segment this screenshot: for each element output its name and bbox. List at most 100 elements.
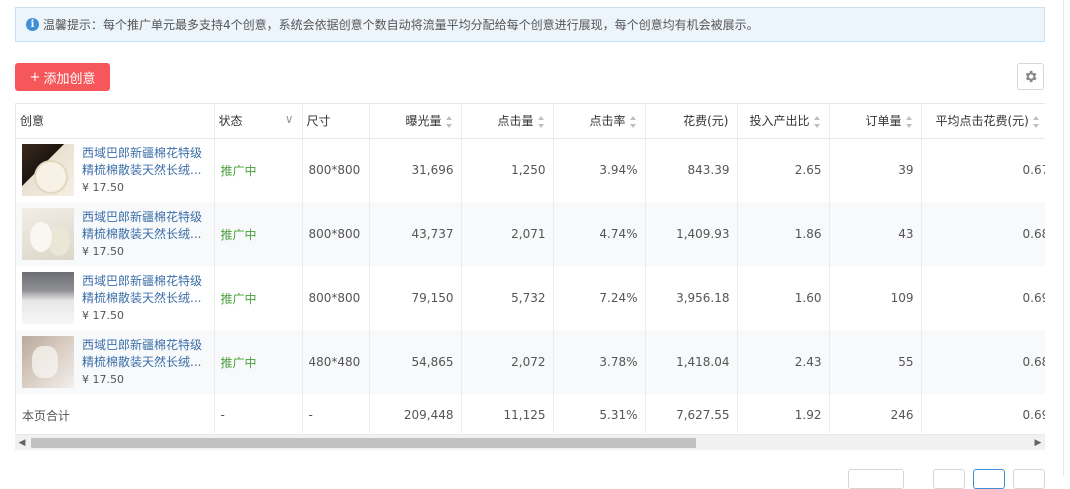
creative-title-link[interactable]: 精梳棉散装天然长绒... <box>82 354 202 371</box>
sort-icon[interactable] <box>537 115 545 128</box>
info-icon: i <box>26 18 39 31</box>
creative-thumbnail[interactable] <box>22 144 74 197</box>
creative-price: ¥ 17.50 <box>82 244 124 258</box>
table-row: 西域巴郎新疆棉花特级 精梳棉散装天然长绒... ¥ 17.50 推广中 480*48… <box>16 330 1045 394</box>
roi-cell: 2.65 <box>737 138 830 202</box>
cpc-cell: 0.67 <box>921 138 1045 202</box>
next-page-button[interactable] <box>1013 469 1045 489</box>
table-header-row: 创意 状态 ∨ 尺寸 曝光量 点击量 点击率 花费(元) 投入产出比 订单量 平均… <box>16 104 1045 139</box>
page-size-select[interactable] <box>848 469 904 489</box>
creative-table: 创意 状态 ∨ 尺寸 曝光量 点击量 点击率 花费(元) 投入产出比 订单量 平均… <box>15 103 1045 433</box>
scroll-left-icon[interactable]: ◀ <box>15 435 29 450</box>
roi-cell: 1.60 <box>737 266 830 330</box>
cpc-cell: 0.68 <box>921 202 1045 266</box>
creative-price: ¥ 17.50 <box>82 308 124 322</box>
creative-title-link[interactable]: 精梳棉散装天然长绒... <box>82 226 202 243</box>
ctr-cell: 3.94% <box>553 138 646 202</box>
creative-thumbnail[interactable] <box>22 208 74 260</box>
size-cell: 800*800 <box>302 138 370 202</box>
creative-price: ¥ 17.50 <box>82 180 124 194</box>
creative-title-link[interactable]: 西域巴郎新疆棉花特级 <box>82 145 202 162</box>
total-status: - <box>214 394 303 433</box>
clicks-cell: 1,250 <box>461 138 554 202</box>
cost-cell: 1,418.04 <box>645 330 738 394</box>
impressions-cell: 54,865 <box>369 330 462 394</box>
sort-icon[interactable] <box>1032 115 1040 128</box>
clicks-cell: 2,071 <box>461 202 554 266</box>
tip-text: 温馨提示：每个推广单元最多支持4个创意，系统会依据创意个数自动将流量平均分配给每… <box>43 18 759 32</box>
creative-title-link[interactable]: 西域巴郎新疆棉花特级 <box>82 273 202 290</box>
col-header-impressions[interactable]: 曝光量 <box>369 104 462 139</box>
total-size: - <box>302 394 370 433</box>
table-row: 西域巴郎新疆棉花特级 精梳棉散装天然长绒... ¥ 17.50 推广中 800*80… <box>16 266 1045 330</box>
total-cpc: 0.69 <box>921 394 1045 433</box>
sort-icon[interactable] <box>813 115 821 128</box>
creative-title-link[interactable]: 西域巴郎新疆棉花特级 <box>82 209 202 226</box>
plus-icon: + <box>29 69 41 85</box>
total-roi: 1.92 <box>737 394 830 433</box>
impressions-cell: 79,150 <box>369 266 462 330</box>
ctr-cell: 4.74% <box>553 202 646 266</box>
total-ctr: 5.31% <box>553 394 646 433</box>
col-header-roi[interactable]: 投入产出比 <box>737 104 830 139</box>
sort-icon[interactable] <box>629 115 637 128</box>
orders-cell: 55 <box>829 330 922 394</box>
orders-cell: 43 <box>829 202 922 266</box>
creative-thumbnail[interactable] <box>22 272 74 324</box>
orders-cell: 39 <box>829 138 922 202</box>
creative-title-link[interactable]: 精梳棉散装天然长绒... <box>82 162 202 179</box>
cost-cell: 3,956.18 <box>645 266 738 330</box>
col-header-cost: 花费(元) <box>645 104 738 139</box>
col-header-orders[interactable]: 订单量 <box>829 104 922 139</box>
roi-cell: 1.86 <box>737 202 830 266</box>
total-clicks: 11,125 <box>461 394 554 433</box>
scroll-right-icon[interactable]: ▶ <box>1031 435 1045 450</box>
col-header-creative: 创意 <box>16 104 215 139</box>
cost-cell: 843.39 <box>645 138 738 202</box>
add-creative-label: 添加创意 <box>43 71 96 87</box>
col-header-status[interactable]: 状态 ∨ <box>214 104 303 139</box>
col-header-cpc[interactable]: 平均点击花费(元) <box>921 104 1045 139</box>
creative-title-link[interactable]: 西域巴郎新疆棉花特级 <box>82 337 202 354</box>
impressions-cell: 43,737 <box>369 202 462 266</box>
size-cell: 800*800 <box>302 202 370 266</box>
orders-cell: 109 <box>829 266 922 330</box>
chevron-down-icon[interactable]: ∨ <box>285 112 294 126</box>
table-row: 西域巴郎新疆棉花特级 精梳棉散装天然长绒... ¥ 17.50 推广中 800*80… <box>16 202 1045 266</box>
total-label: 本页合计 <box>16 394 215 433</box>
status-badge: 推广中 <box>214 138 303 202</box>
current-page-button[interactable] <box>973 469 1005 489</box>
status-badge: 推广中 <box>214 330 303 394</box>
gear-icon <box>1025 70 1037 83</box>
col-header-size: 尺寸 <box>302 104 370 139</box>
col-header-ctr[interactable]: 点击率 <box>553 104 646 139</box>
settings-button[interactable] <box>1017 63 1044 90</box>
page-edge-divider <box>1063 0 1064 476</box>
impressions-cell: 31,696 <box>369 138 462 202</box>
horizontal-scrollbar[interactable]: ◀ ▶ <box>15 434 1045 450</box>
tip-banner: i 温馨提示：每个推广单元最多支持4个创意，系统会依据创意个数自动将流量平均分配… <box>15 7 1045 42</box>
total-cost: 7,627.55 <box>645 394 738 433</box>
scrollbar-thumb[interactable] <box>31 438 696 448</box>
col-header-clicks[interactable]: 点击量 <box>461 104 554 139</box>
ctr-cell: 7.24% <box>553 266 646 330</box>
sort-icon[interactable] <box>905 115 913 128</box>
sort-icon[interactable] <box>445 115 453 128</box>
cpc-cell: 0.68 <box>921 330 1045 394</box>
status-badge: 推广中 <box>214 266 303 330</box>
creative-thumbnail[interactable] <box>22 336 74 388</box>
total-orders: 246 <box>829 394 922 433</box>
table-row: 西域巴郎新疆棉花特级 精梳棉散装天然长绒... ¥ 17.50 推广中 800*80… <box>16 138 1045 202</box>
total-impressions: 209,448 <box>369 394 462 433</box>
ctr-cell: 3.78% <box>553 330 646 394</box>
size-cell: 480*480 <box>302 330 370 394</box>
add-creative-button[interactable]: + 添加创意 <box>15 63 110 91</box>
roi-cell: 2.43 <box>737 330 830 394</box>
status-badge: 推广中 <box>214 202 303 266</box>
prev-page-button[interactable] <box>933 469 965 489</box>
cost-cell: 1,409.93 <box>645 202 738 266</box>
clicks-cell: 5,732 <box>461 266 554 330</box>
creative-title-link[interactable]: 精梳棉散装天然长绒... <box>82 290 202 307</box>
size-cell: 800*800 <box>302 266 370 330</box>
clicks-cell: 2,072 <box>461 330 554 394</box>
